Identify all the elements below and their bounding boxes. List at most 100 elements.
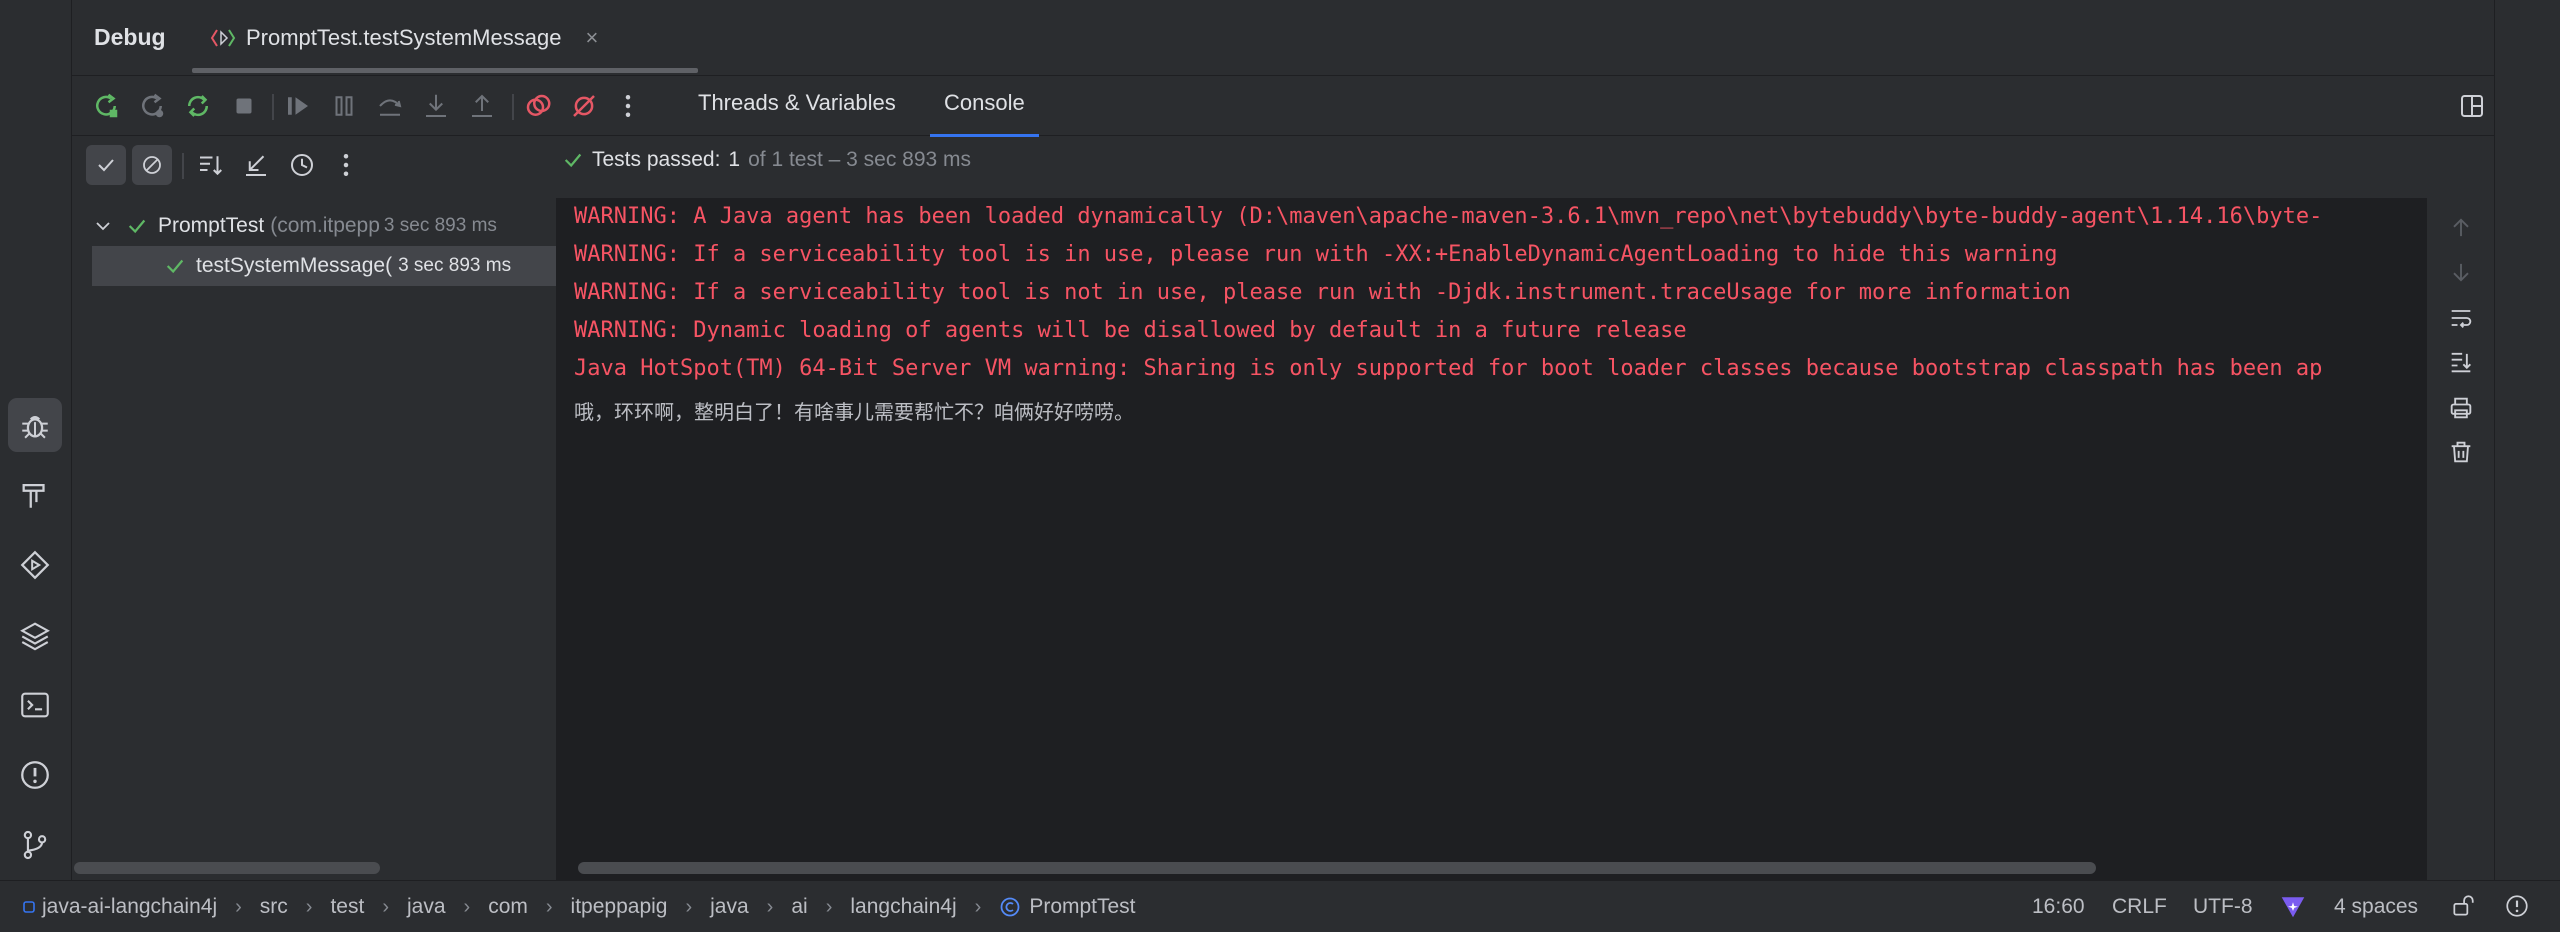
show-ignored-toggle[interactable] bbox=[132, 145, 172, 185]
stop-icon bbox=[228, 90, 260, 122]
problems-tool-button[interactable] bbox=[8, 748, 62, 802]
breadcrumb-item[interactable]: test bbox=[330, 895, 364, 919]
panel-header: Debug PromptTest.testSystemMessage × bbox=[72, 0, 2494, 76]
chevron-right-icon: › bbox=[685, 895, 693, 918]
history-icon[interactable] bbox=[286, 149, 318, 181]
tab-console[interactable]: Console bbox=[930, 90, 1039, 137]
rerun-failed-icon bbox=[136, 90, 168, 122]
console-line: WARNING: A Java agent has been loaded dy… bbox=[574, 204, 2323, 229]
terminal-tool-button[interactable] bbox=[8, 678, 62, 732]
right-tool-strip bbox=[2494, 0, 2560, 880]
breadcrumb-item[interactable]: ai bbox=[791, 895, 807, 919]
console-side-toolbar bbox=[2426, 198, 2494, 880]
breadcrumb-item-class[interactable]: PromptTest bbox=[999, 895, 1136, 919]
check-icon bbox=[128, 219, 146, 234]
tree-test-time: 3 sec 893 ms bbox=[398, 255, 512, 276]
rerun-auto-icon[interactable] bbox=[182, 90, 214, 122]
chevron-right-icon: › bbox=[974, 895, 982, 918]
mute-breakpoints-icon[interactable] bbox=[568, 90, 600, 122]
status-passed-count: 1 bbox=[728, 148, 741, 171]
breadcrumb-item[interactable]: java bbox=[710, 895, 749, 919]
tree-row-test[interactable]: testSystemMessage( 3 sec 893 ms bbox=[92, 246, 556, 286]
breadcrumb-item[interactable]: java bbox=[407, 895, 446, 919]
toolbar-separator bbox=[512, 94, 514, 120]
console-output-text: 哦，环环啊，整明白了！有啥事儿需要帮忙不？咱俩好好唠唠。 bbox=[574, 400, 1134, 424]
print-icon[interactable] bbox=[2445, 392, 2477, 424]
ai-assistant-icon[interactable] bbox=[2278, 891, 2308, 921]
layers-tool-button[interactable] bbox=[8, 608, 62, 662]
scroll-to-end-icon[interactable] bbox=[2445, 346, 2477, 378]
sort-icon[interactable] bbox=[194, 149, 226, 181]
arrow-down-icon bbox=[2445, 256, 2477, 288]
check-icon bbox=[98, 159, 114, 172]
tab-threads-variables[interactable]: Threads & Variables bbox=[698, 90, 896, 124]
tree-row-root[interactable]: PromptTest (com.itpepp 3 sec 893 ms bbox=[72, 206, 556, 246]
debug-session-tab[interactable]: PromptTest.testSystemMessage × bbox=[210, 14, 598, 62]
test-status-line: Tests passed: 1 of 1 test – 3 sec 893 ms bbox=[562, 148, 971, 172]
test-tree-toolbar bbox=[72, 137, 556, 197]
tree-root-package: (com.itpepp bbox=[270, 214, 380, 237]
chevron-down-icon[interactable] bbox=[94, 217, 112, 235]
module-icon bbox=[23, 901, 35, 913]
notifications-icon[interactable] bbox=[2504, 893, 2530, 919]
problems-icon bbox=[21, 761, 49, 789]
tree-test-name: testSystemMessage( bbox=[196, 254, 393, 277]
ignored-icon bbox=[143, 156, 161, 174]
console-output[interactable]: WARNING: A Java agent has been loaded dy… bbox=[556, 198, 2426, 880]
console-line: WARNING: Dynamic loading of agents will … bbox=[574, 318, 1687, 343]
tab-underline bbox=[192, 68, 698, 73]
services-tool-button[interactable] bbox=[8, 538, 62, 592]
chevron-right-icon: › bbox=[235, 895, 242, 918]
tree-root-name: PromptTest bbox=[158, 214, 265, 237]
line-ending[interactable]: CRLF bbox=[2112, 895, 2167, 919]
build-tool-button[interactable] bbox=[8, 468, 62, 522]
panel-title: Debug bbox=[94, 24, 166, 50]
breadcrumb-item[interactable]: com bbox=[488, 895, 528, 919]
more-options-icon[interactable] bbox=[612, 90, 644, 122]
tree-horizontal-scrollbar[interactable] bbox=[74, 862, 380, 874]
debug-toolbar: Threads & Variables Console bbox=[72, 76, 2494, 137]
console-line: WARNING: If a serviceability tool is not… bbox=[574, 280, 2071, 305]
resume-icon bbox=[282, 90, 314, 122]
toolbar-separator bbox=[182, 153, 184, 179]
breadcrumb: java-ai-langchain4j › src › test › java … bbox=[22, 895, 1136, 919]
breadcrumb-item[interactable]: src bbox=[260, 895, 288, 919]
check-icon bbox=[564, 153, 582, 168]
step-over-icon bbox=[374, 90, 406, 122]
show-passed-toggle[interactable] bbox=[86, 145, 126, 185]
ide-window: Debug PromptTest.testSystemMessage × Thr… bbox=[0, 0, 2560, 932]
breadcrumb-item[interactable]: java-ai-langchain4j bbox=[22, 895, 217, 919]
step-into-icon bbox=[420, 90, 452, 122]
check-icon bbox=[166, 259, 184, 274]
terminal-icon bbox=[21, 692, 49, 718]
view-breakpoints-icon[interactable] bbox=[522, 90, 554, 122]
rerun-icon[interactable] bbox=[90, 90, 122, 122]
caret-position[interactable]: 16:60 bbox=[2032, 895, 2085, 919]
debug-panel: Debug PromptTest.testSystemMessage × Thr… bbox=[72, 0, 2494, 880]
hammer-icon bbox=[22, 483, 45, 508]
lock-icon[interactable] bbox=[2450, 893, 2476, 919]
tab-label: PromptTest.testSystemMessage bbox=[246, 25, 562, 50]
chevron-right-icon: › bbox=[382, 895, 389, 918]
close-icon[interactable]: × bbox=[585, 25, 598, 51]
debug-tool-button[interactable] bbox=[8, 398, 62, 452]
tree-root-time: 3 sec 893 ms bbox=[383, 215, 497, 236]
layout-icon[interactable] bbox=[2456, 90, 2488, 122]
chevron-right-icon: › bbox=[463, 895, 471, 918]
console-line: WARNING: If a serviceability tool is in … bbox=[574, 242, 2058, 267]
trash-icon[interactable] bbox=[2445, 436, 2477, 468]
indent-setting[interactable]: 4 spaces bbox=[2334, 895, 2418, 919]
file-encoding[interactable]: UTF-8 bbox=[2193, 895, 2253, 919]
status-suffix: of 1 test – 3 sec 893 ms bbox=[748, 148, 972, 171]
breadcrumb-item[interactable]: langchain4j bbox=[850, 895, 956, 919]
tree-more-icon[interactable] bbox=[330, 149, 362, 181]
console-horizontal-scrollbar[interactable] bbox=[578, 862, 2096, 874]
chevron-right-icon: › bbox=[305, 895, 313, 918]
collapse-icon[interactable] bbox=[240, 149, 272, 181]
soft-wrap-icon[interactable] bbox=[2445, 302, 2477, 334]
chevron-right-icon: › bbox=[825, 895, 833, 918]
class-icon bbox=[1000, 897, 1020, 917]
git-tool-button[interactable] bbox=[8, 818, 62, 872]
arrow-up-icon bbox=[2445, 212, 2477, 244]
breadcrumb-item[interactable]: itpeppapig bbox=[571, 895, 668, 919]
